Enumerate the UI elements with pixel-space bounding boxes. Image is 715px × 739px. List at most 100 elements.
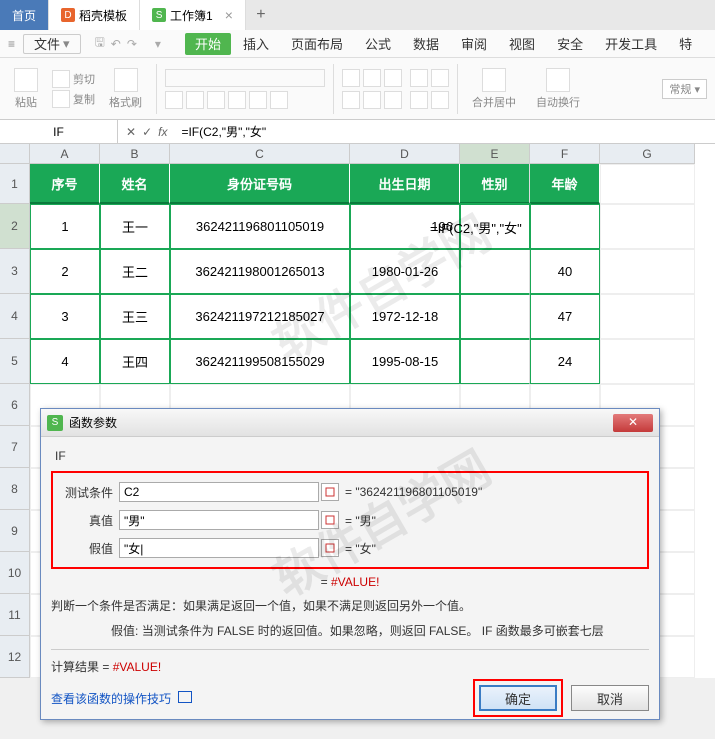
quick-dropdown-icon[interactable]: ▾: [155, 37, 161, 51]
indent-dec-icon[interactable]: [410, 69, 428, 87]
range-picker-icon[interactable]: [321, 539, 339, 557]
row-header-10[interactable]: 10: [0, 552, 30, 594]
accept-formula-icon[interactable]: ✓: [142, 125, 152, 139]
cell-G5[interactable]: [600, 339, 695, 384]
menu-layout[interactable]: 页面布局: [281, 30, 353, 57]
menu-devtools[interactable]: 开发工具: [595, 30, 667, 57]
quick-redo-icon[interactable]: ↷: [127, 37, 137, 51]
cell-C4[interactable]: 362421197212185027: [170, 294, 350, 339]
bold-icon[interactable]: [165, 91, 183, 109]
arg-true-input[interactable]: [119, 510, 319, 530]
cell-G1[interactable]: [600, 164, 695, 204]
range-picker-icon[interactable]: [321, 483, 339, 501]
cell-F3[interactable]: 40: [530, 249, 600, 294]
cell-F2[interactable]: [530, 204, 600, 249]
align-middle-icon[interactable]: [363, 69, 381, 87]
menu-expand-icon[interactable]: ≡: [8, 37, 15, 51]
font-selector[interactable]: [165, 69, 325, 87]
cell-G3[interactable]: [600, 249, 695, 294]
hdr-id[interactable]: 身份证号码: [170, 164, 350, 204]
cell-F5[interactable]: 24: [530, 339, 600, 384]
row-header-8[interactable]: 8: [0, 468, 30, 510]
dialog-close-button[interactable]: ✕: [613, 414, 653, 432]
row-header-12[interactable]: 12: [0, 636, 30, 678]
cancel-formula-icon[interactable]: ✕: [126, 125, 136, 139]
paste-icon[interactable]: [14, 68, 38, 92]
cell-D5[interactable]: 1995-08-15: [350, 339, 460, 384]
cell-B3[interactable]: 王二: [100, 249, 170, 294]
cell-B5[interactable]: 王四: [100, 339, 170, 384]
select-all-corner[interactable]: [0, 144, 30, 164]
tab-template[interactable]: D 稻壳模板: [49, 0, 140, 30]
merge-split-icon[interactable]: [431, 91, 449, 109]
menu-start[interactable]: 开始: [185, 33, 231, 55]
underline-icon[interactable]: [207, 91, 225, 109]
col-header-B[interactable]: B: [100, 144, 170, 164]
menu-formula[interactable]: 公式: [355, 30, 401, 57]
tab-workbook[interactable]: S 工作簿1 ×: [140, 0, 246, 30]
name-box[interactable]: IF: [0, 120, 118, 143]
row-header-7[interactable]: 7: [0, 426, 30, 468]
dialog-help-link[interactable]: 查看该函数的操作技巧: [51, 690, 192, 707]
hdr-age[interactable]: 年龄: [530, 164, 600, 204]
menu-view[interactable]: 视图: [499, 30, 545, 57]
cell-G2[interactable]: [600, 204, 695, 249]
hdr-gender[interactable]: 性别: [460, 164, 530, 204]
menu-review[interactable]: 审阅: [451, 30, 497, 57]
ribbon-merge[interactable]: 合并居中: [466, 68, 522, 110]
cell-D4[interactable]: 1972-12-18: [350, 294, 460, 339]
ok-button[interactable]: 确定: [479, 685, 557, 711]
col-header-D[interactable]: D: [350, 144, 460, 164]
ribbon-wrap[interactable]: 自动换行: [530, 68, 586, 110]
orientation-icon[interactable]: [410, 91, 428, 109]
cell-E4[interactable]: [460, 294, 530, 339]
arg-test-input[interactable]: [119, 482, 319, 502]
cell-F4[interactable]: 47: [530, 294, 600, 339]
formula-input[interactable]: =IF(C2,"男","女": [175, 123, 715, 140]
fill-color-icon[interactable]: [249, 91, 267, 109]
row-header-11[interactable]: 11: [0, 594, 30, 636]
tab-add-icon[interactable]: +: [246, 6, 276, 24]
cell-A5[interactable]: 4: [30, 339, 100, 384]
cell-C2[interactable]: 362421196801105019: [170, 204, 350, 249]
cell-B2[interactable]: 王一: [100, 204, 170, 249]
menu-security[interactable]: 安全: [547, 30, 593, 57]
menu-file[interactable]: 文件▾: [23, 34, 81, 54]
cell-A2[interactable]: 1: [30, 204, 100, 249]
dialog-titlebar[interactable]: S 函数参数 ✕: [41, 409, 659, 437]
menu-insert[interactable]: 插入: [233, 30, 279, 57]
col-header-F[interactable]: F: [530, 144, 600, 164]
tab-home[interactable]: 首页: [0, 0, 49, 30]
align-right-icon[interactable]: [384, 91, 402, 109]
menu-data[interactable]: 数据: [403, 30, 449, 57]
cell-E5[interactable]: [460, 339, 530, 384]
cell-G4[interactable]: [600, 294, 695, 339]
col-header-C[interactable]: C: [170, 144, 350, 164]
cancel-button[interactable]: 取消: [571, 685, 649, 711]
range-picker-icon[interactable]: [321, 511, 339, 529]
hdr-seq[interactable]: 序号: [30, 164, 100, 204]
row-header-4[interactable]: 4: [0, 294, 30, 339]
tab-close-icon[interactable]: ×: [225, 7, 233, 23]
copy-icon[interactable]: [52, 90, 70, 108]
row-header-1[interactable]: 1: [0, 164, 30, 204]
cell-D3[interactable]: 1980-01-26: [350, 249, 460, 294]
italic-icon[interactable]: [186, 91, 204, 109]
align-left-icon[interactable]: [342, 91, 360, 109]
cell-E3[interactable]: [460, 249, 530, 294]
hdr-name[interactable]: 姓名: [100, 164, 170, 204]
col-header-G[interactable]: G: [600, 144, 695, 164]
font-color-icon[interactable]: [270, 91, 288, 109]
hdr-birth[interactable]: 出生日期: [350, 164, 460, 204]
align-top-icon[interactable]: [342, 69, 360, 87]
fx-icon[interactable]: fx: [158, 125, 167, 139]
align-center-icon[interactable]: [363, 91, 381, 109]
menu-extra[interactable]: 特: [669, 30, 702, 57]
number-format-select[interactable]: 常规 ▾: [662, 79, 707, 99]
cell-B4[interactable]: 王三: [100, 294, 170, 339]
row-header-2[interactable]: 2: [0, 204, 30, 249]
row-header-9[interactable]: 9: [0, 510, 30, 552]
align-bottom-icon[interactable]: [384, 69, 402, 87]
cell-C5[interactable]: 362421199508155029: [170, 339, 350, 384]
border-icon[interactable]: [228, 91, 246, 109]
